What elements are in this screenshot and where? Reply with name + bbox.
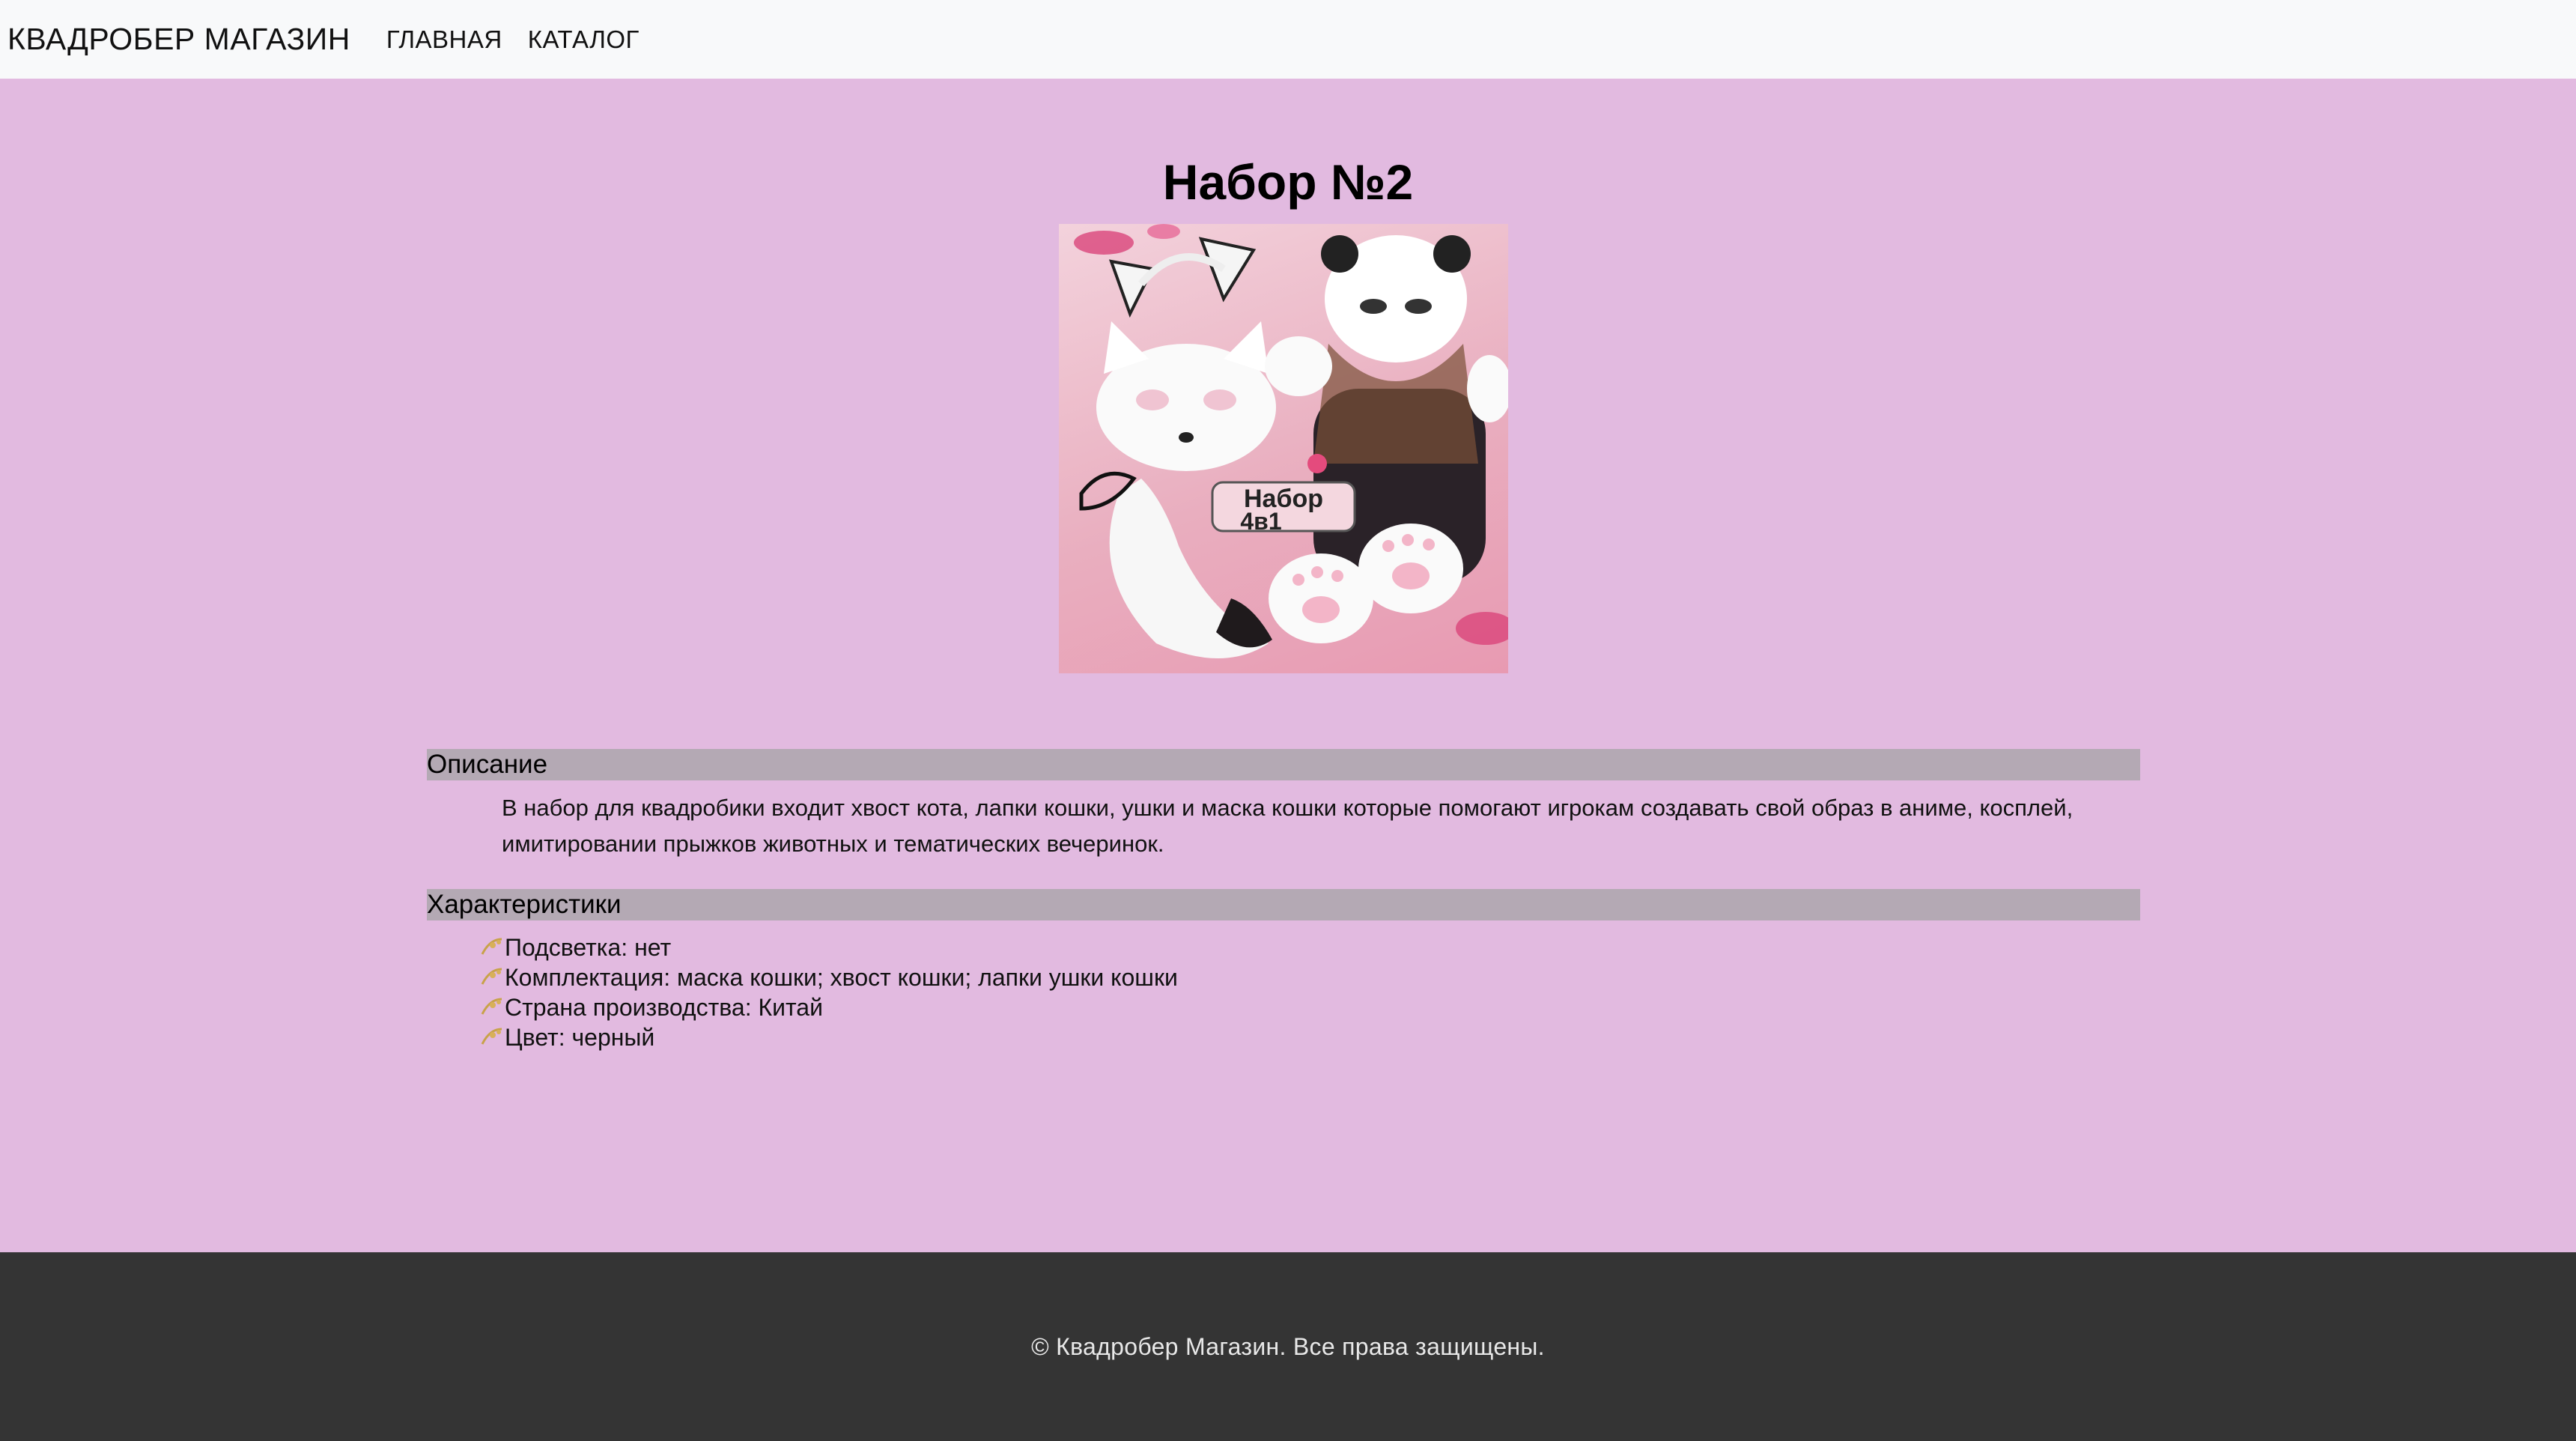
characteristic-text: Страна производства: Китай bbox=[505, 994, 823, 1021]
description-header: Описание bbox=[427, 749, 2140, 780]
characteristic-text: Комплектация: маска кошки; хвост кошки; … bbox=[505, 964, 1178, 991]
paw-bullet-icon bbox=[481, 968, 502, 985]
characteristics-header: Характеристики bbox=[427, 889, 2140, 920]
paw-bullet-icon bbox=[481, 998, 502, 1015]
image-badge-line2: 4в1 bbox=[1240, 508, 1281, 535]
characteristic-text: Цвет: черный bbox=[505, 1024, 655, 1051]
list-item: Комплектация: маска кошки; хвост кошки; … bbox=[479, 962, 1178, 992]
paw-bullet-icon bbox=[481, 938, 502, 955]
product-title: Набор №2 bbox=[1162, 154, 1414, 210]
product-image: Набор 4в1 bbox=[1059, 224, 1508, 673]
product-page: Набор №2 Набор 4в1 Описание В набор для … bbox=[0, 79, 2576, 1252]
list-item: Цвет: черный bbox=[479, 1022, 1178, 1052]
top-navbar: КВАДРОБЕР МАГАЗИН ГЛАВНАЯ КАТАЛОГ bbox=[0, 0, 2576, 79]
brand-logo-link[interactable]: КВАДРОБЕР МАГАЗИН bbox=[7, 22, 350, 57]
footer-copyright: © Квадробер Магазин. Все права защищены. bbox=[1031, 1332, 1545, 1360]
paw-bullet-icon bbox=[481, 1028, 502, 1045]
list-item: Подсветка: нет bbox=[479, 932, 1178, 962]
characteristic-text: Подсветка: нет bbox=[505, 934, 672, 961]
characteristics-list: Подсветка: нет Комплектация: маска кошки… bbox=[479, 932, 1178, 1052]
list-item: Страна производства: Китай bbox=[479, 992, 1178, 1022]
product-photo-illustration: Набор 4в1 bbox=[1074, 224, 1508, 658]
nav-link-home[interactable]: ГЛАВНАЯ bbox=[386, 25, 502, 54]
site-footer: © Квадробер Магазин. Все права защищены. bbox=[0, 1252, 2576, 1441]
nav-link-catalog[interactable]: КАТАЛОГ bbox=[528, 25, 640, 54]
product-description: В набор для квадробики входит хвост кота… bbox=[502, 795, 2074, 857]
